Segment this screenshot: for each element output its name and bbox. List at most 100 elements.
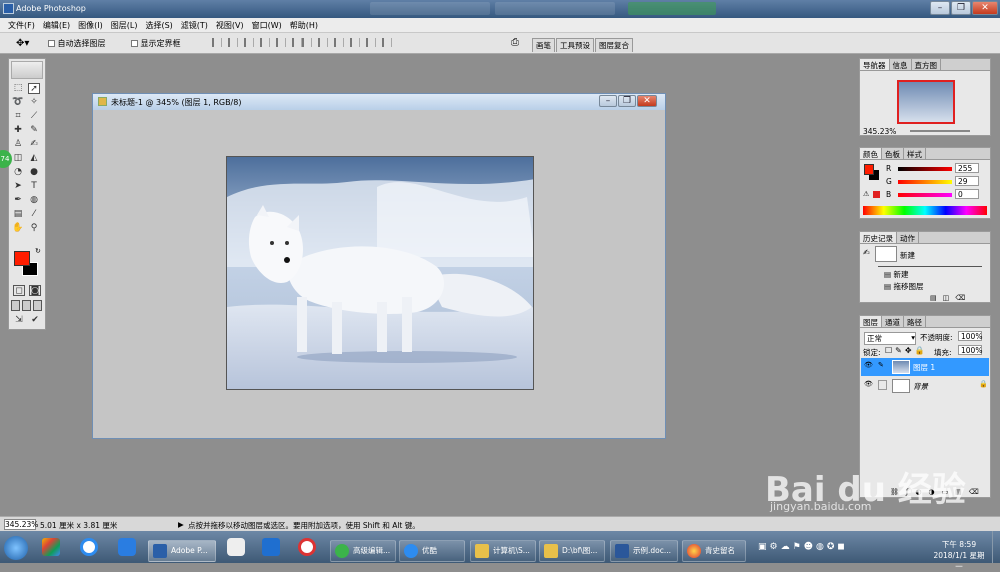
start-button[interactable]	[4, 536, 28, 560]
task-photoshop[interactable]: Adobe P...	[148, 540, 216, 562]
app-panda-icon[interactable]	[227, 538, 245, 556]
r-value[interactable]: 255	[955, 163, 979, 173]
standard-mode-icon[interactable]: ◻	[13, 285, 25, 296]
align-top-icon[interactable]	[212, 38, 222, 47]
menu-layer[interactable]: 图层(L)	[111, 20, 138, 31]
brush-tool-icon[interactable]: ✎	[28, 125, 40, 136]
history-item[interactable]: ▤ 新建	[884, 269, 908, 280]
close-button[interactable]: ✕	[972, 1, 998, 15]
gamut-color-chip[interactable]	[873, 191, 880, 198]
b-value[interactable]: 0	[955, 189, 979, 199]
task-explorer-1[interactable]: 计算机\S...	[470, 540, 536, 562]
menu-filter[interactable]: 滤镜(T)	[181, 20, 208, 31]
checkmark-icon[interactable]: ✔	[29, 315, 41, 326]
doc-restore-button[interactable]: ❐	[618, 95, 636, 107]
align-right-icon[interactable]	[292, 38, 302, 47]
history-brush-icon[interactable]: ✍	[28, 139, 40, 150]
align-bottom-icon[interactable]	[244, 38, 254, 47]
fg-color-chip[interactable]	[864, 164, 874, 175]
lasso-tool-icon[interactable]: ➰	[12, 97, 24, 108]
history-brush-source-icon[interactable]: ✍	[863, 248, 870, 257]
snapshot-thumbnail[interactable]	[875, 246, 897, 262]
notes-tool-icon[interactable]: ▤	[12, 209, 24, 220]
pinned-app-icon[interactable]	[42, 538, 60, 556]
swap-colors-icon[interactable]: ↻	[35, 247, 41, 255]
move-tool-icon[interactable]: ✥▾	[16, 38, 29, 49]
tab-swatches[interactable]: 色板	[882, 148, 904, 159]
clock[interactable]: 下午 8:59 2018/1/1 星期一	[930, 539, 988, 572]
tab-paths[interactable]: 路径	[904, 316, 926, 327]
opacity-value[interactable]: 100%	[958, 331, 982, 341]
image-canvas[interactable]	[226, 156, 534, 390]
tray-icons[interactable]: ▣⚙☁⚑☻◍✪◼	[758, 542, 848, 552]
screen-mode-1-icon[interactable]	[11, 300, 20, 311]
crop-tool-icon[interactable]: ⌗	[12, 111, 24, 122]
fill-value[interactable]: 100%	[958, 345, 982, 355]
task-game[interactable]: 青史留名	[682, 540, 746, 562]
path-select-icon[interactable]: ➤	[12, 181, 24, 192]
screen-mode-2-icon[interactable]	[22, 300, 31, 311]
distribute-left-icon[interactable]	[350, 38, 360, 47]
align-vcenter-icon[interactable]	[228, 38, 238, 47]
baidu-netdisk-icon[interactable]	[118, 538, 136, 556]
navigator-thumbnail[interactable]	[897, 80, 955, 124]
lock-icons[interactable]: ☐✎✥🔒	[885, 346, 928, 355]
doc-minimize-button[interactable]: –	[599, 95, 617, 107]
shape-tool-icon[interactable]: ◍	[28, 195, 40, 206]
jump-to-imageready-icon[interactable]: ⇲	[13, 315, 25, 326]
tab-styles[interactable]: 样式	[904, 148, 926, 159]
hand-tool-icon[interactable]: ✋	[12, 223, 24, 234]
restore-button[interactable]: ❐	[951, 1, 971, 15]
eye-icon[interactable]: 👁	[864, 380, 873, 388]
foreground-color-swatch[interactable]	[14, 251, 30, 266]
menu-help[interactable]: 帮助(H)	[290, 20, 318, 31]
tab-layer-comps[interactable]: 图层复合	[595, 38, 633, 52]
tab-tool-presets[interactable]: 工具预设	[556, 38, 594, 52]
r-slider[interactable]	[898, 167, 952, 171]
menu-select[interactable]: 选择(S)	[145, 20, 172, 31]
snapshot-label[interactable]: 新建	[900, 250, 915, 261]
distribute-right-icon[interactable]	[382, 38, 392, 47]
brush-link-icon[interactable]: ✎	[878, 361, 884, 369]
magic-wand-icon[interactable]: ✧	[28, 97, 40, 108]
link-box[interactable]	[878, 380, 887, 390]
status-zoom[interactable]: 345.23%	[4, 519, 38, 530]
document-titlebar[interactable]: 未标题-1 @ 345% (图层 1, RGB/8) – ❐ ✕	[93, 94, 665, 110]
menu-file[interactable]: 文件(F)	[8, 20, 35, 31]
color-ramp[interactable]	[863, 206, 987, 215]
pen-tool-icon[interactable]: ✒	[12, 195, 24, 206]
menu-window[interactable]: 窗口(W)	[252, 20, 282, 31]
g-slider[interactable]	[898, 180, 952, 184]
healing-brush-icon[interactable]: ✚	[12, 125, 24, 136]
tab-color[interactable]: 颜色	[860, 148, 882, 159]
zoom-tool-icon[interactable]: ⚲	[28, 223, 40, 234]
quickmask-mode-icon[interactable]: ◙	[29, 285, 41, 296]
tab-actions[interactable]: 动作	[897, 232, 919, 243]
task-explorer-2[interactable]: D:\bf\图...	[539, 540, 605, 562]
layer-row[interactable]: 👁 背景 🔒	[861, 377, 989, 395]
tab-navigator[interactable]: 导航器	[860, 59, 890, 70]
show-desktop-button[interactable]	[992, 531, 1000, 563]
ie-browser-icon[interactable]	[80, 538, 98, 556]
g-value[interactable]: 29	[955, 176, 979, 186]
menu-edit[interactable]: 编辑(E)	[43, 20, 70, 31]
layer-row-selected[interactable]: 👁 ✎ 图层 1	[861, 358, 989, 376]
history-footer-icons[interactable]: ▤◫⌫	[930, 294, 971, 302]
eyedropper-icon[interactable]: ⁄	[28, 209, 40, 220]
tab-layers[interactable]: 图层	[860, 316, 882, 327]
video-app-icon[interactable]	[298, 538, 316, 556]
menu-view[interactable]: 视图(V)	[216, 20, 244, 31]
menu-image[interactable]: 图像(I)	[78, 20, 103, 31]
blur-tool-icon[interactable]: ◔	[12, 167, 24, 178]
tab-channels[interactable]: 通道	[882, 316, 904, 327]
history-item[interactable]: ▤ 拖移图层	[884, 281, 923, 292]
app-blocks-icon[interactable]	[262, 538, 280, 556]
tab-brushes[interactable]: 画笔	[532, 38, 555, 52]
marquee-tool-icon[interactable]: ⬚	[12, 83, 24, 94]
dodge-tool-icon[interactable]: ●	[28, 167, 40, 178]
type-tool-icon[interactable]: T	[28, 181, 40, 192]
task-youku[interactable]: 优酷	[399, 540, 465, 562]
task-browser[interactable]: 高级编辑...	[330, 540, 396, 562]
eraser-tool-icon[interactable]: ◫	[12, 153, 24, 164]
move-tool-icon[interactable]: ➚	[28, 83, 40, 94]
